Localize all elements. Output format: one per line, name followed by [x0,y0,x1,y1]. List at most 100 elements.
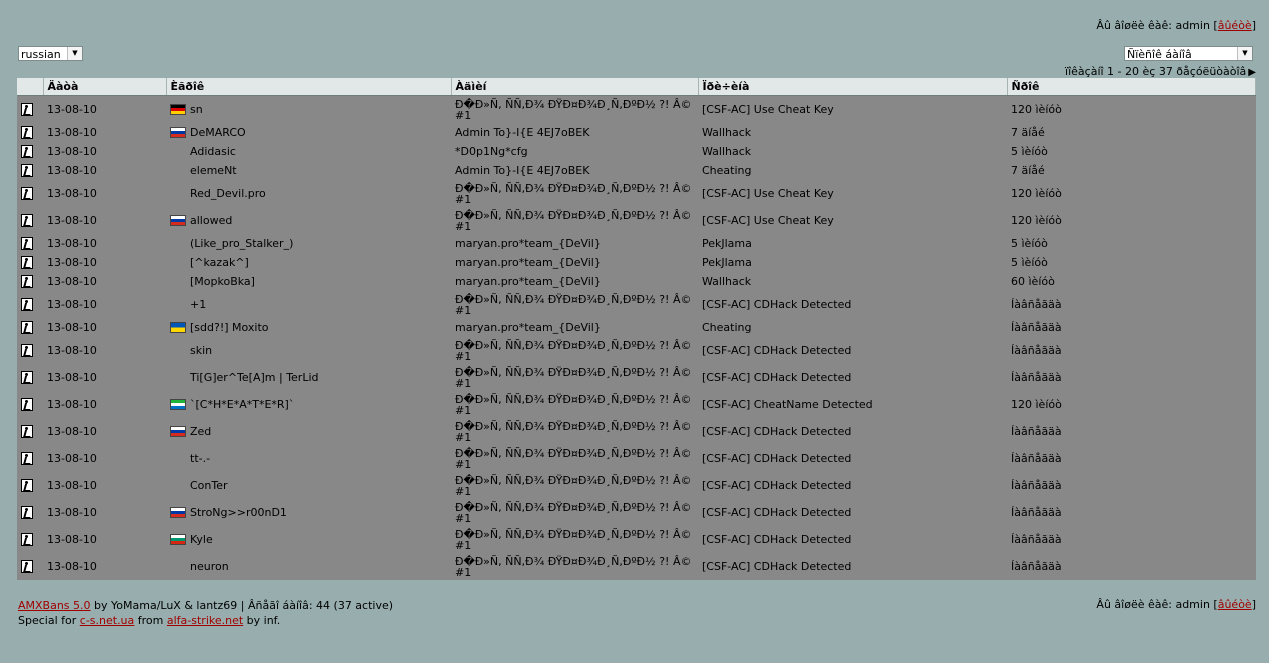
footer-credits-text: by YoMama/LuX & lantz69 | Âñåãî áàíîâ: 4… [90,599,394,612]
table-header-row: Äàòà Èãðîê Àäìèí Ïðè÷èíà Ñðîê [17,78,1256,96]
counter-strike-icon [21,479,33,492]
flag-bg-icon [170,534,186,545]
row-date: 13-08-10 [47,145,97,158]
amxbans-link[interactable]: AMXBans 5.0 [18,599,91,612]
login-status-text: Âû âîøëè êàê: admin [ [1096,19,1218,32]
counter-strike-icon [21,275,33,288]
player-name: `[C*H*E*A*T*E*R]` [190,398,295,411]
row-reason: Cheating [702,321,752,334]
game-icon-cell [17,291,43,318]
chevron-down-icon[interactable]: ▼ [67,47,82,60]
counter-strike-icon [21,344,33,357]
counter-strike-icon [21,256,33,269]
row-player: [sdd?!] Moxito [166,318,451,337]
row-date: 13-08-10 [47,398,97,411]
row-term: Íàâñåãäà [1011,371,1062,384]
row-player: sn [166,96,451,124]
counter-strike-icon [21,126,33,139]
game-icon-cell [17,253,43,272]
footer-from: from [134,614,167,627]
game-icon-cell [17,499,43,526]
row-date: 13-08-10 [47,298,97,311]
pagination-info: ïîêàçàíî 1 - 20 èç 37 ðåçóëüòàòîâ ▶ [1065,65,1256,78]
row-term: 7 äíåé [1011,126,1045,139]
table-row[interactable]: 13-08-10 +1 Ð�Ð»Ñ, ÑÑ‚Ð¾ ÐŸÐ¤Ð¾Ð¸Ñ,ÐºÐ½ ?!… [17,291,1256,318]
row-term: 120 ìèíóò [1011,187,1062,200]
table-row[interactable]: 13-08-10 [^kazak^] maryan.pro*team_{DeVil}… [17,253,1256,272]
pagination-text: ïîêàçàíî 1 - 20 èç 37 ðåçóëüòàòîâ [1065,65,1247,78]
row-player: [^kazak^] [166,253,451,272]
table-row[interactable]: 13-08-10 StroNg>>r00nD1 Ð�Ð»Ñ, ÑÑ‚Ð¾ ÐŸÐ¤Ð… [17,499,1256,526]
login-status: Âû âîøëè êàê: admin [âûéòè] [1096,19,1256,32]
row-admin: maryan.pro*team_{DeVil} [455,275,601,288]
player-name: skin [190,344,213,357]
column-header-reason[interactable]: Ïðè÷èíà [698,78,1008,96]
column-header-term[interactable]: Ñðîê [1007,78,1256,96]
row-reason: [CSF-AC] CDHack Detected [702,298,852,311]
table-row[interactable]: 13-08-10 sn Ð�Ð»Ñ, ÑÑ‚Ð¾ ÐŸÐ¤Ð¾Ð¸Ñ,ÐºÐ½ ?!… [17,96,1256,124]
row-player: Adidasic [166,142,451,161]
row-admin: Ð�Ð»Ñ, ÑÑ‚Ð¾ ÐŸÐ¤Ð¾Ð¸Ñ,ÐºÐ½ ?! Â© #1 [455,338,692,363]
row-reason: Wallhack [702,126,752,139]
game-icon-cell [17,445,43,472]
logout-link[interactable]: âûéòè [1218,19,1252,32]
list-select-value: Ñïèñîê áàíîâ [1127,48,1192,61]
counter-strike-icon [21,321,33,334]
table-row[interactable]: 13-08-10 neuron Ð�Ð»Ñ, ÑÑ‚Ð¾ ÐŸÐ¤Ð¾Ð¸Ñ,ÐºÐ… [17,553,1256,580]
row-reason: [CSF-AC] Use Cheat Key [702,187,834,200]
table-row[interactable]: 13-08-10 `[C*H*E*A*T*E*R]` Ð�Ð»Ñ, ÑÑ‚Ð¾ ÐŸ… [17,391,1256,418]
game-icon-cell [17,234,43,253]
column-header-date[interactable]: Äàòà [43,78,167,96]
game-icon-cell [17,207,43,234]
table-row[interactable]: 13-08-10 allowed Ð�Ð»Ñ, ÑÑ‚Ð¾ ÐŸÐ¤Ð¾Ð¸Ñ,Ðº… [17,207,1256,234]
row-date: 13-08-10 [47,344,97,357]
row-player: tt-.- [166,445,451,472]
column-header-player[interactable]: Èãðîê [166,78,452,96]
footer-logout-link[interactable]: âûéòè [1218,598,1252,611]
site-link-alfastrike[interactable]: alfa-strike.net [167,614,243,627]
table-row[interactable]: 13-08-10 [sdd?!] Moxito maryan.pro*team_{D… [17,318,1256,337]
counter-strike-icon [21,103,33,116]
language-select[interactable]: russian ▼ [18,46,83,61]
table-row[interactable]: 13-08-10 Red_Devil.pro Ð�Ð»Ñ, ÑÑ‚Ð¾ ÐŸÐ¤Ð¾… [17,180,1256,207]
player-name: +1 [190,298,207,311]
row-player: Red_Devil.pro [166,180,451,207]
player-name: Ti[G]er^Te[A]m | TerLid [190,371,319,384]
row-admin: *D0p1Ng*cfg [455,145,528,158]
table-row[interactable]: 13-08-10 (Like_pro_Stalker_) maryan.pro*te… [17,234,1256,253]
table-row[interactable]: 13-08-10 Kyle Ð�Ð»Ñ, ÑÑ‚Ð¾ ÐŸÐ¤Ð¾Ð¸Ñ,ÐºÐ½ … [17,526,1256,553]
table-row[interactable]: 13-08-10 Ti[G]er^Te[A]m | TerLid Ð�Ð»Ñ, ÑÑ… [17,364,1256,391]
flag-ru-icon [170,127,186,138]
row-reason: PekJlama [702,256,752,269]
counter-strike-icon [21,298,33,311]
row-term: Íàâñåãäà [1011,425,1062,438]
game-icon-cell [17,364,43,391]
row-term: 5 ìèíóò [1011,256,1048,269]
counter-strike-icon [21,452,33,465]
row-admin: Admin To}-I{E 4EJ7oBEK [455,164,590,177]
flag-ua-icon [170,322,186,333]
row-player: Ti[G]er^Te[A]m | TerLid [166,364,451,391]
table-row[interactable]: 13-08-10 skin Ð�Ð»Ñ, ÑÑ‚Ð¾ ÐŸÐ¤Ð¾Ð¸Ñ,ÐºÐ½ … [17,337,1256,364]
table-row[interactable]: 13-08-10 ConTer Ð�Ð»Ñ, ÑÑ‚Ð¾ ÐŸÐ¤Ð¾Ð¸Ñ,ÐºÐ… [17,472,1256,499]
column-header-admin[interactable]: Àäìèí [451,78,699,96]
list-select[interactable]: Ñïèñîê áàíîâ ▼ [1124,46,1253,61]
table-row[interactable]: 13-08-10 Zed Ð�Ð»Ñ, ÑÑ‚Ð¾ ÐŸÐ¤Ð¾Ð¸Ñ,ÐºÐ½ ?… [17,418,1256,445]
table-row[interactable]: 13-08-10 Adidasic *D0p1Ng*cfg Wallhack 5 ìèí… [17,142,1256,161]
game-icon-cell [17,96,43,124]
next-page-icon[interactable]: ▶ [1248,67,1256,78]
row-player: elemeNt [166,161,451,180]
table-row[interactable]: 13-08-10 DeMARCO Admin To}-I{E 4EJ7oBEK Wal… [17,123,1256,142]
table-row[interactable]: 13-08-10 tt-.- Ð�Ð»Ñ, ÑÑ‚Ð¾ ÐŸÐ¤Ð¾Ð¸Ñ,ÐºÐ½… [17,445,1256,472]
table-row[interactable]: 13-08-10 elemeNt Admin To}-I{E 4EJ7oBEK Che… [17,161,1256,180]
player-name: elemeNt [190,164,237,177]
bans-table-body: 13-08-10 sn Ð�Ð»Ñ, ÑÑ‚Ð¾ ÐŸÐ¤Ð¾Ð¸Ñ,ÐºÐ½ ?!… [17,96,1256,581]
footer-bracket-close: ] [1251,598,1256,611]
player-name: [sdd?!] Moxito [190,321,269,334]
footer-credits: AMXBans 5.0 by YoMama/LuX & lantz69 | Âñ… [18,598,393,628]
table-row[interactable]: 13-08-10 [MopkoBka] maryan.pro*team_{DeVil… [17,272,1256,291]
chevron-down-icon[interactable]: ▼ [1237,47,1252,60]
site-link-csnet[interactable]: c-s.net.ua [80,614,135,627]
row-admin: Ð�Ð»Ñ, ÑÑ‚Ð¾ ÐŸÐ¤Ð¾Ð¸Ñ,ÐºÐ½ ?! Â© #1 [455,97,692,122]
row-date: 13-08-10 [47,164,97,177]
